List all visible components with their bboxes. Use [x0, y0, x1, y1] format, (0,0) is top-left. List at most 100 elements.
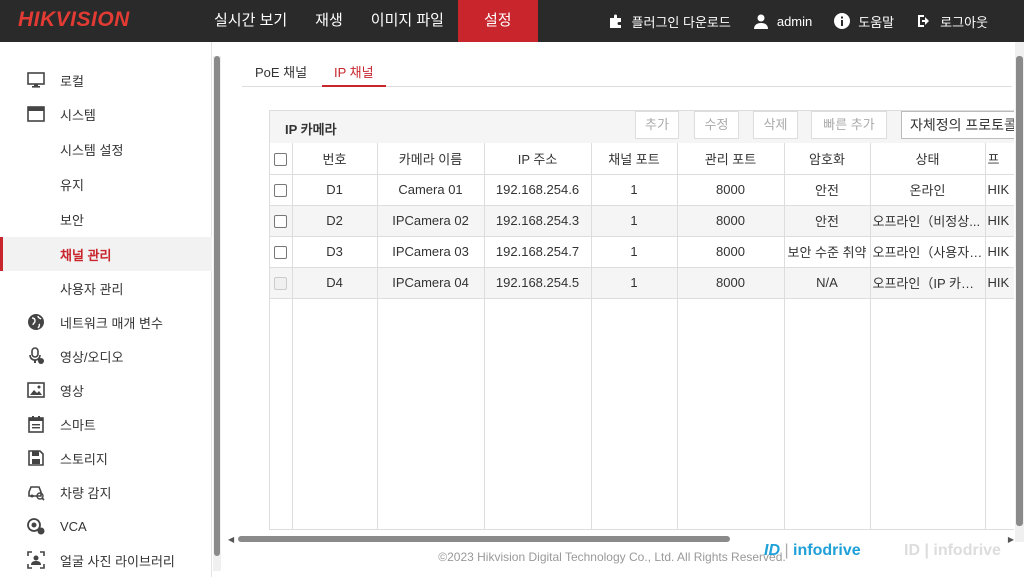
vertical-scrollbar[interactable]	[1015, 42, 1024, 542]
scroll-left-arrow-icon[interactable]: ◀	[228, 535, 234, 544]
horizontal-scrollbar[interactable]: ◀ ▶	[228, 534, 1014, 544]
sidebar-item-security[interactable]: 보안	[0, 202, 212, 236]
watermark-logo-faded: ID | infodrive	[904, 542, 1001, 559]
sidebar-item-vca[interactable]: VCA	[0, 509, 212, 543]
select-all-cell	[270, 143, 293, 175]
cell-management-port: 8000	[677, 174, 785, 206]
tab-ip-channel[interactable]: IP 채널	[322, 62, 386, 87]
table-row[interactable]: D1 Camera 01 192.168.254.6 1 8000 안전 온라인…	[270, 174, 1014, 206]
sidebar-scrollbar[interactable]	[213, 56, 221, 571]
col-header-channel-port: 채널 포트	[591, 143, 678, 175]
user-menu[interactable]: admin	[753, 13, 812, 29]
cell-management-port: 8000	[677, 205, 785, 237]
car-search-icon	[26, 482, 46, 502]
cell-protocol: HIK	[985, 174, 1014, 206]
sidebar-item-label: 로컬	[60, 73, 84, 89]
delete-button[interactable]: 삭제	[753, 111, 798, 139]
col-header-encryption: 암호화	[784, 143, 871, 175]
cell-camera-name: IPCamera 02	[377, 205, 485, 237]
col-header-status: 상태	[870, 143, 986, 175]
modify-button[interactable]: 수정	[694, 111, 739, 139]
logout-icon	[916, 13, 932, 29]
watermark-logo: ID | infodrive	[764, 542, 861, 559]
cell-protocol: HIK	[985, 236, 1014, 268]
sidebar-item-smart[interactable]: 스마트	[0, 407, 212, 441]
sidebar-item-system-settings[interactable]: 시스템 설정	[0, 132, 212, 166]
cell-camera-name: Camera 01	[377, 174, 485, 206]
sidebar-item-maintenance[interactable]: 유지	[0, 167, 212, 201]
sidebar-item-channel-management[interactable]: 채널 관리	[0, 237, 212, 271]
cell-protocol: HIK	[985, 267, 1014, 299]
cell-status: 오프라인（IP 카메...	[870, 267, 986, 299]
globe-icon	[26, 312, 46, 332]
row-checkbox[interactable]	[274, 246, 288, 260]
sidebar-item-label: 네트워크 매개 변수	[60, 315, 163, 331]
row-select-cell	[270, 174, 293, 206]
sidebar-item-local[interactable]: 로컬	[0, 63, 212, 97]
cell-ip-address: 192.168.254.6	[484, 174, 592, 206]
sidebar-item-image[interactable]: 영상	[0, 373, 212, 407]
row-select-cell	[270, 205, 293, 237]
horizontal-scroll-thumb[interactable]	[238, 536, 730, 542]
brand-logo[interactable]: HIKVISION	[18, 8, 130, 32]
table-row[interactable]: D2 IPCamera 02 192.168.254.3 1 8000 안전 오…	[270, 205, 1014, 237]
nav-playback[interactable]: 재생	[301, 0, 357, 42]
floppy-icon	[26, 448, 46, 468]
camera-gear-icon	[26, 516, 46, 536]
sidebar-item-system[interactable]: 시스템	[0, 97, 212, 131]
help-link[interactable]: 도움말	[834, 12, 894, 31]
sidebar-item-storage[interactable]: 스토리지	[0, 441, 212, 475]
watermark-mark: ID	[764, 542, 780, 559]
calendar-icon	[26, 414, 46, 434]
monitor-icon	[26, 70, 46, 90]
nav-configuration[interactable]: 설정	[457, 0, 538, 42]
help-label: 도움말	[858, 14, 895, 30]
sidebar: 로컬 시스템 시스템 설정 유지 보안 채널 관리 사용자 관리 네트워크 매개…	[0, 42, 212, 577]
cell-channel-port: 1	[591, 267, 678, 299]
ip-camera-panel: IP 카메라 추가 수정 삭제 빠른 추가 자체정의 프로토콜 번호 카메라 이…	[269, 110, 1014, 530]
sidebar-item-network[interactable]: 네트워크 매개 변수	[0, 305, 212, 339]
sidebar-item-label: 영상	[60, 383, 84, 399]
vertical-scroll-thumb[interactable]	[1016, 56, 1023, 526]
nav-live-view[interactable]: 실시간 보기	[200, 0, 301, 42]
table-row[interactable]: D4 IPCamera 04 192.168.254.5 1 8000 N/A …	[270, 267, 1014, 299]
plugin-download-link[interactable]: 플러그인 다운로드	[608, 12, 731, 31]
row-checkbox[interactable]	[274, 184, 288, 198]
cell-management-port: 8000	[677, 267, 785, 299]
sidebar-item-vehicle-detection[interactable]: 차량 감지	[0, 475, 212, 509]
row-checkbox[interactable]	[274, 215, 288, 229]
add-button[interactable]: 추가	[635, 111, 679, 139]
sidebar-item-label: 스마트	[60, 417, 96, 433]
copyright-footer: ©2023 Hikvision Digital Technology Co., …	[438, 550, 786, 564]
select-all-checkbox[interactable]	[274, 152, 288, 166]
cell-no: D3	[292, 236, 378, 268]
cell-status: 오프라인（사용자 ...	[870, 236, 986, 268]
tab-poe-channel[interactable]: PoE 채널	[255, 62, 307, 87]
quick-add-button[interactable]: 빠른 추가	[811, 111, 887, 139]
user-name: admin	[776, 13, 813, 29]
sidebar-item-user-management[interactable]: 사용자 관리	[0, 271, 212, 305]
cell-encryption: N/A	[784, 267, 871, 299]
scroll-right-arrow-icon[interactable]: ▶	[1008, 535, 1014, 544]
cell-encryption: 안전	[784, 174, 871, 206]
row-checkbox[interactable]	[274, 277, 288, 291]
table-row[interactable]: D3 IPCamera 03 192.168.254.7 1 8000 보안 수…	[270, 236, 1014, 268]
table-header-row: 번호 카메라 이름 IP 주소 채널 포트 관리 포트 암호화 상태 프	[270, 143, 1014, 175]
col-header-camera-name: 카메라 이름	[377, 143, 485, 175]
cell-ip-address: 192.168.254.5	[484, 267, 592, 299]
watermark-name: infodrive	[933, 542, 1001, 559]
main-nav: 실시간 보기 재생 이미지 파일 설정	[200, 0, 538, 42]
panel-header: IP 카메라 추가 수정 삭제 빠른 추가 자체정의 프로토콜	[270, 111, 1014, 143]
cell-no: D4	[292, 267, 378, 299]
logout-link[interactable]: 로그아웃	[916, 12, 988, 31]
cell-status: 오프라인（비정상...	[870, 205, 986, 237]
cell-camera-name: IPCamera 04	[377, 267, 485, 299]
cell-management-port: 8000	[677, 236, 785, 268]
custom-protocol-button[interactable]: 자체정의 프로토콜	[901, 111, 1014, 139]
col-header-management-port: 관리 포트	[677, 143, 785, 175]
cell-camera-name: IPCamera 03	[377, 236, 485, 268]
sidebar-item-video-audio[interactable]: 영상/오디오	[0, 339, 212, 373]
sidebar-scroll-thumb[interactable]	[214, 56, 220, 556]
nav-picture[interactable]: 이미지 파일	[357, 0, 458, 42]
col-header-protocol: 프	[985, 143, 1014, 175]
